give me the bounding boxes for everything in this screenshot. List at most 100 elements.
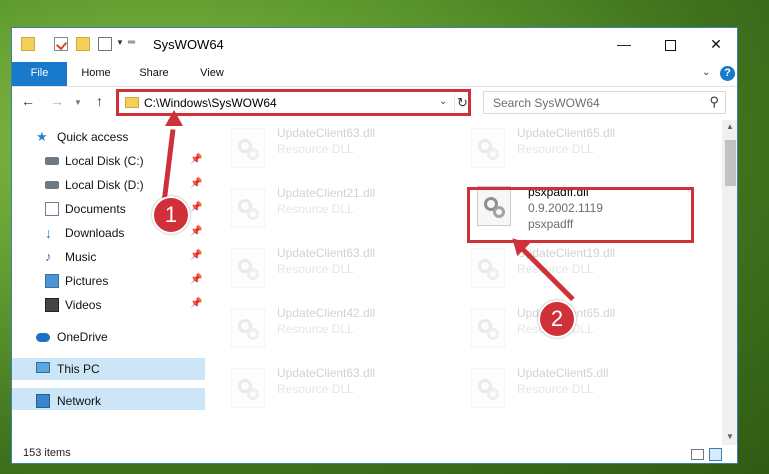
scroll-up-icon[interactable]: ▲ — [726, 122, 734, 131]
list-item[interactable]: UpdateClient63.dll Resource DLL — [217, 120, 437, 180]
maximize-icon — [664, 39, 676, 51]
details-view-icon[interactable] — [691, 449, 704, 460]
dll-file-icon — [471, 248, 505, 288]
file-description: Resource DLL — [277, 322, 354, 336]
file-description: Resource DLL — [517, 142, 594, 156]
explorer-window: ▼ ═ SysWOW64 — ✕ File Home Share View ⌄ … — [11, 27, 738, 464]
file-name: UpdateClient63.dll — [277, 246, 376, 260]
file-name: UpdateClient42.dll — [277, 306, 376, 320]
list-item[interactable]: UpdateClient21.dll Resource DLL — [217, 180, 437, 240]
pin-icon[interactable]: 📌 — [190, 274, 202, 285]
pin-icon[interactable]: 📌 — [190, 298, 202, 309]
chevron-down-icon[interactable]: ▼ — [116, 38, 124, 47]
pin-icon[interactable]: 📌 — [190, 250, 202, 261]
folder-icon — [21, 37, 35, 51]
download-icon: ↓ — [45, 225, 52, 241]
file-name: UpdateClient63.dll — [277, 126, 376, 140]
dll-file-icon — [231, 188, 265, 228]
sidebar-item-this-pc[interactable]: This PC — [12, 358, 205, 380]
search-placeholder: Search SysWOW64 — [493, 96, 600, 110]
help-icon[interactable]: ? — [720, 66, 735, 81]
file-description: Resource DLL — [277, 262, 354, 276]
sidebar-item-label: Network — [57, 394, 102, 408]
forward-arrow-icon[interactable]: → — [50, 93, 64, 109]
list-item[interactable]: UpdateClient5.dll Resource DLL — [457, 360, 677, 420]
tab-view[interactable]: View — [190, 62, 234, 86]
vertical-scrollbar[interactable]: ▲ ▼ — [722, 120, 737, 445]
title-bar: ▼ ═ SysWOW64 — ✕ — [12, 28, 737, 62]
network-icon — [36, 394, 50, 408]
list-item[interactable]: UpdateClient65.dll Resource DLL — [457, 120, 677, 180]
dll-file-icon — [471, 368, 505, 408]
file-description: Resource DLL — [517, 262, 594, 276]
pin-icon[interactable]: 📌 — [190, 226, 202, 237]
file-name: UpdateClient65.dll — [517, 126, 616, 140]
tab-home[interactable]: Home — [74, 62, 118, 86]
music-icon: ♪ — [45, 249, 52, 264]
sidebar-item-local-disk-d[interactable]: Local Disk (D:) 📌 — [12, 174, 205, 196]
dll-file-icon — [231, 368, 265, 408]
videos-icon — [45, 298, 59, 312]
back-arrow-icon[interactable]: ← — [21, 93, 35, 109]
tab-share[interactable]: Share — [132, 62, 176, 86]
dll-file-icon — [471, 128, 505, 168]
file-highlight-box — [467, 187, 694, 243]
tab-file[interactable]: File — [12, 62, 67, 86]
properties-check-icon[interactable] — [54, 37, 68, 51]
scroll-down-icon[interactable]: ▼ — [726, 432, 734, 441]
star-icon: ★ — [36, 129, 48, 144]
navigation-bar: ← → ▼ ↑ C:\Windows\SysWOW64 ⌄ ↻ Search S… — [12, 86, 737, 118]
recent-locations-icon[interactable]: ▼ — [74, 98, 82, 107]
sidebar-item-videos[interactable]: Videos 📌 — [12, 294, 205, 316]
drive-icon — [45, 157, 59, 165]
file-description: Resource DLL — [277, 202, 354, 216]
sidebar-item-label: Documents — [65, 202, 126, 216]
list-item[interactable]: UpdateClient63.dll Resource DLL — [217, 240, 437, 300]
list-item[interactable]: UpdateClient42.dll Resource DLL — [217, 300, 437, 360]
sidebar-item-network[interactable]: Network — [12, 390, 205, 412]
sidebar-item-label: Downloads — [65, 226, 125, 240]
sidebar-item-music[interactable]: ♪ Music 📌 — [12, 246, 205, 268]
file-description: Resource DLL — [277, 142, 354, 156]
sidebar-item-label: Local Disk (D:) — [65, 178, 144, 192]
scrollbar-thumb[interactable] — [725, 140, 736, 186]
pictures-icon — [45, 274, 59, 288]
search-icon[interactable]: ⚲ — [709, 94, 719, 110]
dll-file-icon — [471, 308, 505, 348]
pin-icon[interactable]: 📌 — [190, 202, 202, 213]
quick-access-props-icon[interactable] — [98, 37, 112, 51]
new-folder-icon[interactable] — [76, 37, 90, 51]
pin-icon[interactable]: 📌 — [190, 154, 202, 165]
minimize-button[interactable]: — — [601, 28, 647, 60]
file-name: UpdateClient5.dll — [517, 366, 609, 380]
computer-icon — [36, 362, 50, 373]
maximize-button[interactable] — [647, 28, 693, 60]
file-name: UpdateClient63.dll — [277, 366, 376, 380]
sidebar-item-local-disk-c[interactable]: Local Disk (C:) 📌 — [12, 150, 205, 172]
callout-1-arrow-head — [165, 110, 183, 126]
search-box[interactable]: Search SysWOW64 ⚲ — [483, 91, 726, 114]
up-arrow-icon[interactable]: ↑ — [96, 93, 103, 109]
expand-ribbon-icon[interactable]: ⌄ — [702, 67, 710, 78]
customize-toolbar-icon[interactable]: ═ — [128, 37, 135, 48]
sidebar-item-label: Local Disk (C:) — [65, 154, 144, 168]
sidebar-item-label: Quick access — [57, 130, 129, 144]
sidebar-item-onedrive[interactable]: OneDrive — [12, 326, 205, 348]
window-title: SysWOW64 — [153, 37, 224, 52]
pin-icon[interactable]: 📌 — [190, 178, 202, 189]
tiles-view-icon[interactable] — [709, 448, 722, 461]
sidebar-item-label: Videos — [65, 298, 102, 312]
sidebar-item-pictures[interactable]: Pictures 📌 — [12, 270, 205, 292]
sidebar-item-quick-access[interactable]: ★ Quick access — [12, 126, 205, 148]
file-list: UpdateClient63.dll Resource DLL UpdateCl… — [217, 120, 722, 445]
list-item[interactable]: UpdateClient63.dll Resource DLL — [217, 360, 437, 420]
drive-icon — [45, 181, 59, 189]
sidebar-item-label: OneDrive — [57, 330, 108, 344]
item-count: 153 items — [23, 447, 71, 459]
sidebar-item-label: This PC — [57, 362, 100, 376]
file-description: Resource DLL — [277, 382, 354, 396]
close-button[interactable]: ✕ — [693, 28, 737, 60]
callout-badge-1: 1 — [152, 196, 190, 234]
documents-icon — [45, 202, 59, 216]
cloud-icon — [36, 333, 50, 342]
